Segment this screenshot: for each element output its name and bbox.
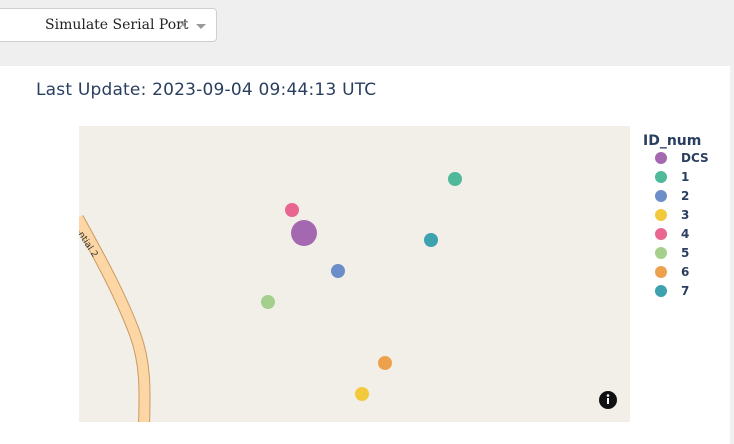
legend-label: 5 [681, 246, 689, 260]
map-area[interactable] [79, 126, 630, 422]
legend-item-3[interactable]: 3 [655, 208, 689, 222]
legend-swatch [655, 152, 667, 164]
legend-swatch [655, 247, 667, 259]
legend-label: 2 [681, 189, 689, 203]
map-chart: ntial 2 ID_num DCS 1 2 3 4 5 6 7 [79, 126, 709, 422]
legend-swatch [655, 190, 667, 202]
legend-item-6[interactable]: 6 [655, 265, 689, 279]
marker-2[interactable] [331, 264, 345, 278]
info-button[interactable] [599, 391, 617, 409]
legend-item-dcs[interactable]: DCS [655, 151, 709, 165]
legend-item-7[interactable]: 7 [655, 284, 689, 298]
top-toolbar: Simulate Serial Port × [0, 0, 734, 66]
marker-1[interactable] [448, 172, 462, 186]
legend-title: ID_num [643, 133, 701, 149]
legend-label: 4 [681, 227, 689, 241]
legend-label: 6 [681, 265, 689, 279]
marker-dcs[interactable] [291, 220, 317, 246]
marker-7[interactable] [424, 233, 438, 247]
legend-item-5[interactable]: 5 [655, 246, 689, 260]
legend-label: DCS [681, 151, 709, 165]
legend-item-2[interactable]: 2 [655, 189, 689, 203]
clear-selection-icon[interactable]: × [177, 17, 189, 33]
legend: ID_num DCS 1 2 3 4 5 6 7 [643, 133, 709, 298]
legend-item-4[interactable]: 4 [655, 227, 689, 241]
legend-swatch [655, 209, 667, 221]
legend-swatch [655, 266, 667, 278]
legend-swatch [655, 285, 667, 297]
legend-label: 7 [681, 284, 689, 298]
legend-label: 3 [681, 208, 689, 222]
legend-item-1[interactable]: 1 [655, 170, 689, 184]
marker-5[interactable] [261, 295, 275, 309]
legend-swatch [655, 228, 667, 240]
main-panel: Last Update: 2023-09-04 09:44:13 UTC nti… [0, 66, 730, 444]
marker-4[interactable] [285, 203, 299, 217]
legend-swatch [655, 171, 667, 183]
serial-port-select-value: Simulate Serial Port [45, 17, 189, 33]
marker-3[interactable] [355, 387, 369, 401]
chevron-down-icon[interactable] [196, 24, 206, 29]
legend-label: 1 [681, 170, 689, 184]
serial-port-select[interactable]: Simulate Serial Port × [0, 8, 217, 42]
marker-6[interactable] [378, 356, 392, 370]
